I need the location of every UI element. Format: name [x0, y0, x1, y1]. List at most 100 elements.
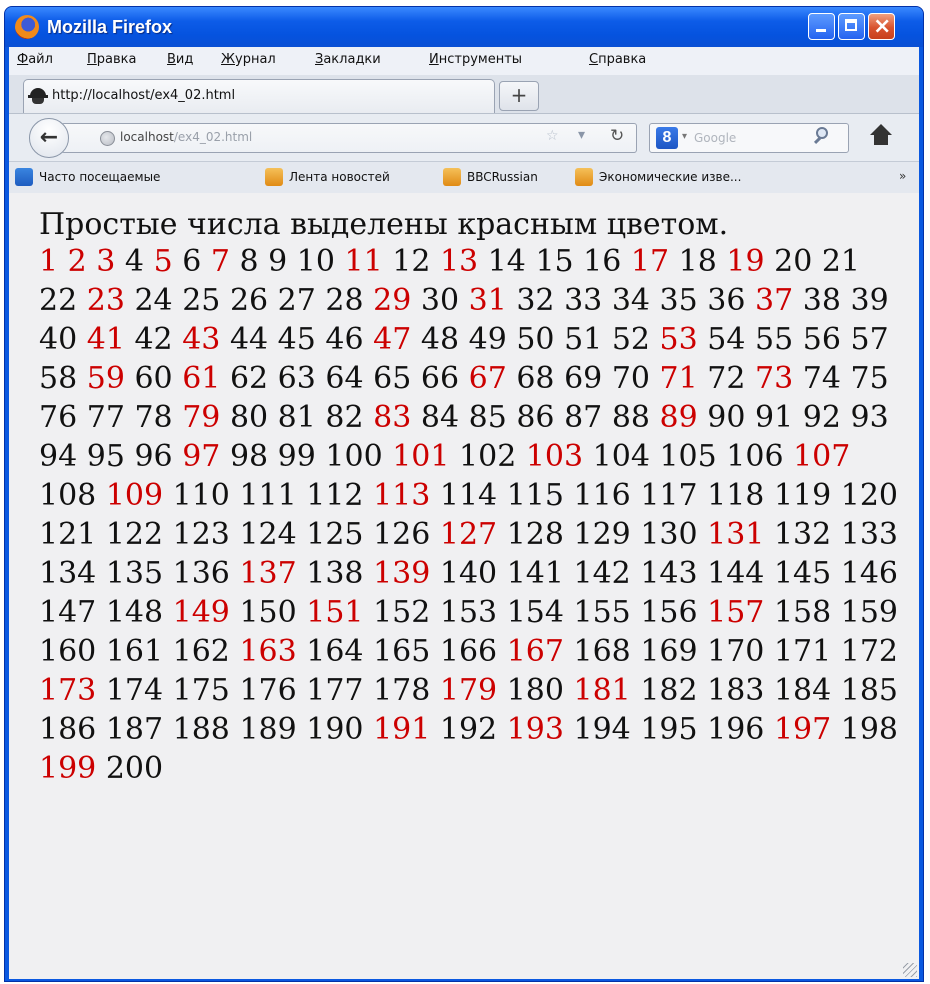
bookmark-bbc-russian[interactable]: BBCRussian [467, 170, 538, 184]
number: 186 [39, 712, 97, 747]
number: 159 [840, 595, 899, 630]
number: 117 [640, 478, 698, 513]
number: 175 [172, 673, 230, 708]
most-visited-icon [15, 168, 33, 186]
number: 110 [172, 478, 230, 513]
bookmarks-toolbar: Часто посещаемые Лента новостей BBCRussi… [9, 161, 919, 195]
search-engine-icon[interactable]: 8 [656, 127, 678, 149]
reload-icon[interactable]: ↻ [610, 126, 624, 146]
prime-number: 67 [468, 361, 507, 396]
number: 57 [850, 322, 889, 357]
bookmark-star-icon[interactable]: ☆ [546, 128, 559, 144]
number: 44 [229, 322, 269, 357]
menu-help[interactable]: Справка [589, 52, 646, 67]
search-input[interactable]: Google [694, 131, 736, 145]
number: 140 [439, 556, 498, 591]
home-icon[interactable] [869, 124, 893, 148]
resize-grip-icon[interactable] [903, 963, 917, 977]
prime-number: 47 [373, 322, 412, 357]
tab-active[interactable]: http://localhost/ex4_02.html [23, 79, 495, 113]
menu-file[interactable]: Файл [17, 52, 53, 67]
maximize-button[interactable] [838, 13, 865, 40]
numbers-list: 1 2 3 4 5 6 7 8 9 10 11 12 13 14 15 16 1… [39, 242, 899, 788]
prime-number: 113 [373, 478, 431, 513]
menu-bookmarks[interactable]: Закладки [315, 52, 381, 67]
url-host: localhost [120, 130, 174, 144]
prime-number: 151 [306, 595, 364, 630]
url-dropdown-icon[interactable]: ▾ [578, 127, 585, 143]
bookmarks-overflow-chevron-icon[interactable]: » [899, 169, 906, 183]
number: 4 [124, 244, 145, 279]
search-engine-dropdown-icon[interactable]: ▾ [682, 131, 687, 142]
close-button[interactable]: × [868, 13, 895, 40]
number: 35 [659, 283, 698, 318]
number: 112 [306, 478, 364, 513]
prime-number: 89 [659, 400, 698, 435]
number: 190 [306, 712, 364, 747]
number: 96 [134, 439, 173, 474]
number: 28 [325, 283, 364, 318]
number: 130 [640, 517, 698, 552]
number: 45 [277, 322, 316, 357]
number: 33 [564, 283, 603, 318]
number: 135 [105, 556, 164, 591]
navigation-toolbar: localhost/ex4_02.html ☆ ▾ ↻ ← 8 ▾ Google [9, 113, 919, 162]
number: 184 [773, 673, 832, 708]
number: 104 [592, 439, 650, 474]
number: 129 [573, 517, 631, 552]
menu-history[interactable]: Журнал [221, 52, 276, 67]
number: 70 [611, 361, 650, 396]
menu-edit[interactable]: Правка [87, 52, 136, 67]
number: 85 [468, 400, 507, 435]
number: 169 [640, 634, 698, 669]
prime-number: 139 [373, 556, 431, 591]
rss-feed-icon [443, 168, 461, 186]
prime-number: 23 [86, 283, 125, 318]
number: 187 [105, 712, 164, 747]
number: 134 [39, 556, 97, 591]
window-title: Mozilla Firefox [47, 17, 173, 37]
number: 18 [678, 244, 717, 279]
search-icon[interactable] [813, 127, 830, 145]
number: 198 [840, 712, 899, 747]
number: 20 [774, 244, 813, 279]
prime-number: 43 [182, 322, 221, 357]
new-tab-button[interactable]: + [499, 81, 539, 111]
prime-number: 1 [39, 244, 59, 279]
browser-window: Mozilla Firefox × Файл Правка Вид Журнал… [4, 6, 924, 982]
number: 14 [487, 244, 526, 279]
title-bar[interactable]: Mozilla Firefox × [5, 7, 923, 47]
number: 132 [773, 517, 832, 552]
number: 150 [239, 595, 297, 630]
number: 100 [325, 439, 383, 474]
url-bar[interactable]: localhost/ex4_02.html ☆ ▾ ↻ [61, 123, 637, 153]
number: 10 [296, 244, 335, 279]
prime-number: 83 [373, 400, 412, 435]
menu-view[interactable]: Вид [167, 52, 193, 67]
number: 136 [172, 556, 230, 591]
number: 161 [105, 634, 164, 669]
search-bar[interactable]: 8 ▾ Google [649, 123, 849, 153]
maximize-icon [845, 19, 857, 31]
number: 192 [439, 712, 498, 747]
menu-tools[interactable]: Инструменты [429, 52, 522, 67]
number: 105 [659, 439, 717, 474]
number: 153 [439, 595, 498, 630]
number: 125 [306, 517, 364, 552]
prime-number: 19 [726, 244, 765, 279]
bookmark-news-feed[interactable]: Лента новостей [289, 170, 390, 184]
number: 165 [373, 634, 431, 669]
number: 62 [229, 361, 269, 396]
back-button[interactable]: ← [29, 118, 69, 158]
number: 174 [105, 673, 164, 708]
minimize-button[interactable] [808, 13, 835, 40]
number: 143 [640, 556, 698, 591]
bookmark-economic-news[interactable]: Экономические изве... [599, 170, 741, 184]
bookmark-most-visited[interactable]: Часто посещаемые [39, 170, 160, 184]
tab-title: http://localhost/ex4_02.html [52, 88, 236, 103]
number: 25 [182, 283, 221, 318]
prime-number: 31 [468, 283, 507, 318]
number: 30 [420, 283, 460, 318]
prime-number: 17 [630, 244, 670, 279]
number: 74 [802, 361, 841, 396]
